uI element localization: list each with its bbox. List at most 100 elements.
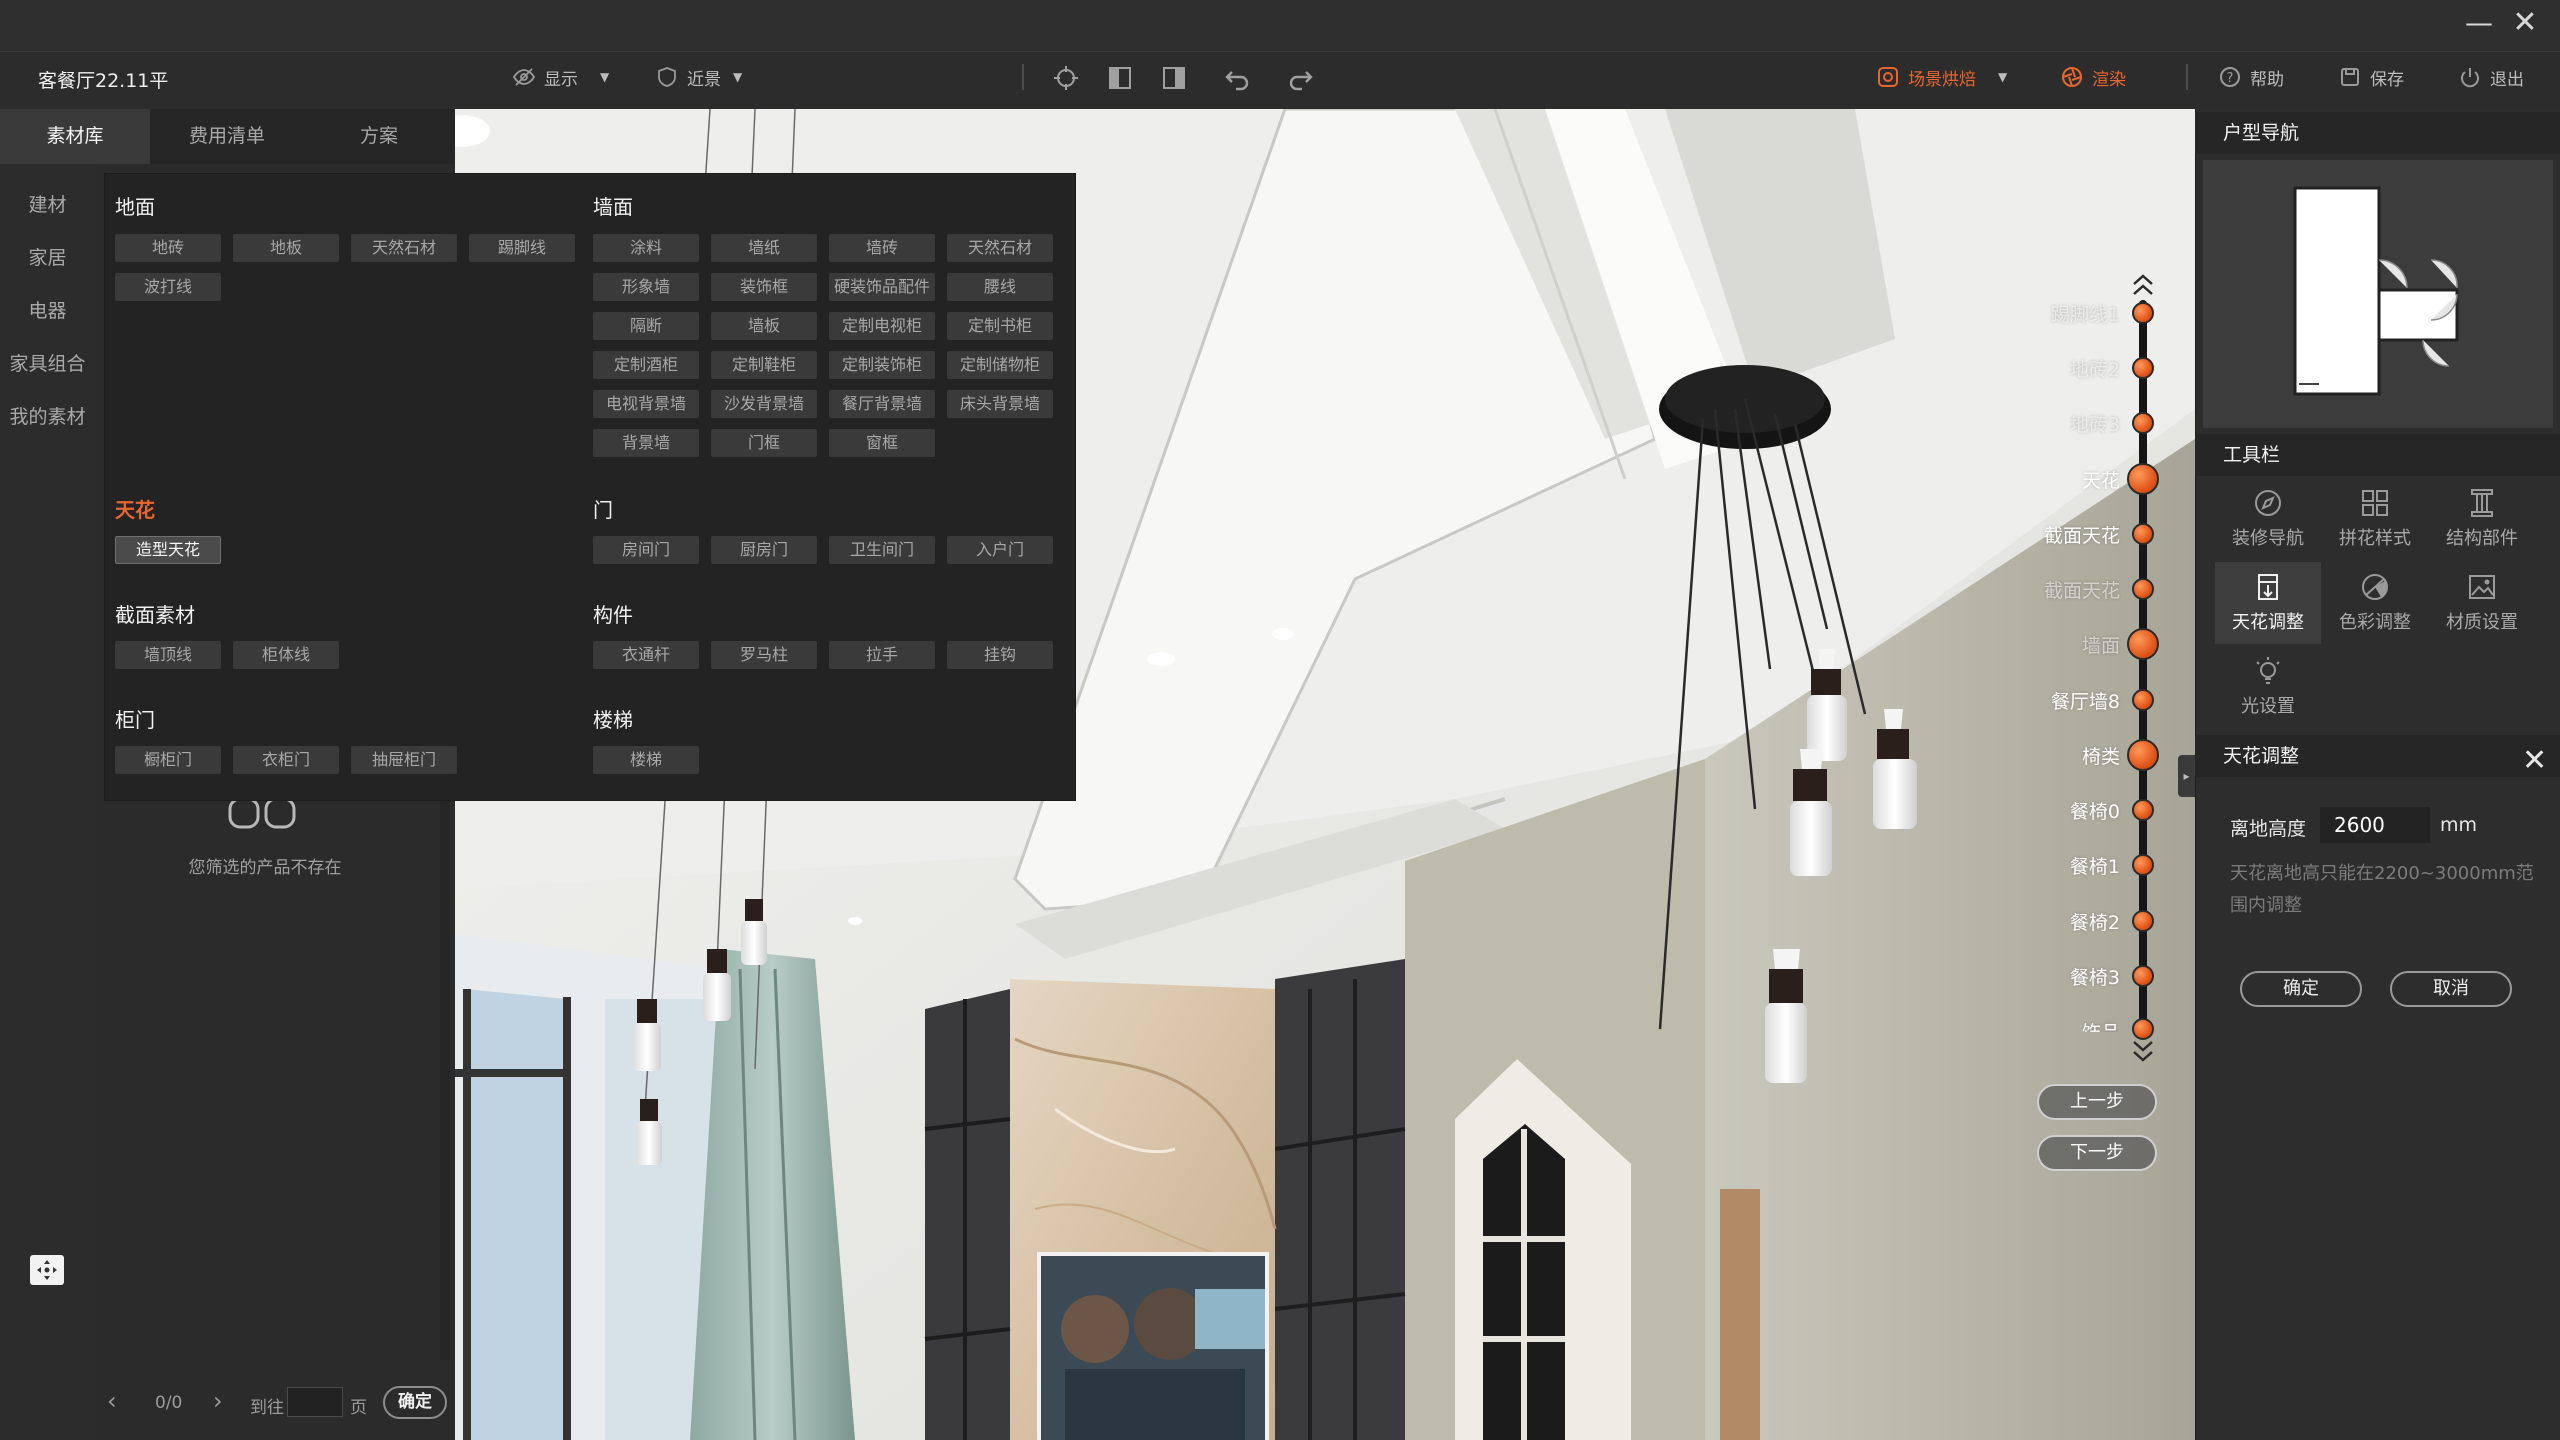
item-backdrop-wall[interactable]: 背景墙 <box>593 429 699 457</box>
display-menu[interactable]: 显示 ▼ <box>512 64 609 90</box>
category-home[interactable]: 家居 <box>0 243 95 270</box>
exit-button[interactable]: 退出 <box>2458 64 2524 90</box>
left-panel-icon[interactable] <box>1106 64 1134 92</box>
item-stairs[interactable]: 楼梯 <box>593 746 699 774</box>
item-custom-wine-cabinet[interactable]: 定制酒柜 <box>593 351 699 379</box>
timeline-node[interactable] <box>2132 965 2154 987</box>
timeline-step[interactable]: 踢脚线1 <box>2051 300 2120 327</box>
scroll-down-icon[interactable] <box>2130 1036 2156 1064</box>
timeline-node[interactable] <box>2132 799 2154 821</box>
render-button[interactable]: 渲染 <box>2060 64 2126 90</box>
item-wardrobe-door[interactable]: 衣柜门 <box>233 746 339 774</box>
item-baseboard[interactable]: 踢脚线 <box>469 234 575 262</box>
item-roman-column[interactable]: 罗马柱 <box>711 641 817 669</box>
timeline-node[interactable] <box>2132 578 2154 600</box>
item-drawer-door[interactable]: 抽屉柜门 <box>351 746 457 774</box>
timeline-step[interactable]: 餐椅1 <box>2070 852 2120 879</box>
timeline-step[interactable]: 饰品 <box>2082 1018 2120 1032</box>
category-my-materials[interactable]: 我的素材 <box>0 402 95 429</box>
item-wood-floor[interactable]: 地板 <box>233 234 339 262</box>
tool-ceiling-adjust[interactable]: 天花调整 <box>2215 562 2321 644</box>
item-cabinet-line[interactable]: 柜体线 <box>233 641 339 669</box>
item-floor-tile[interactable]: 地砖 <box>115 234 221 262</box>
category-appliances[interactable]: 电器 <box>0 296 95 323</box>
tool-lighting[interactable]: 光设置 <box>2215 646 2321 728</box>
timeline-node[interactable] <box>2132 412 2154 434</box>
item-tv-backdrop[interactable]: 电视背景墙 <box>593 390 699 418</box>
timeline-step[interactable]: 地砖2 <box>2070 355 2120 382</box>
tool-material-settings[interactable]: 材质设置 <box>2429 562 2535 644</box>
item-kitchen-cabinet-door[interactable]: 橱柜门 <box>115 746 221 774</box>
item-custom-display-cabinet[interactable]: 定制装饰柜 <box>829 351 935 379</box>
item-custom-shoe-cabinet[interactable]: 定制鞋柜 <box>711 351 817 379</box>
item-waist-line[interactable]: 腰线 <box>947 273 1053 301</box>
item-entry-door[interactable]: 入户门 <box>947 536 1053 564</box>
item-decor-frame[interactable]: 装饰框 <box>711 273 817 301</box>
scroll-up-icon[interactable] <box>2130 272 2156 300</box>
scene-bake-menu[interactable]: 场景烘焙 ▼ <box>1876 64 2007 90</box>
item-shaped-ceiling[interactable]: 造型天花 <box>115 536 221 564</box>
item-hook[interactable]: 挂钩 <box>947 641 1053 669</box>
timeline-node-major[interactable] <box>2127 739 2159 771</box>
item-bedhead-backdrop[interactable]: 床头背景墙 <box>947 390 1053 418</box>
next-step-button[interactable]: 下一步 <box>2037 1135 2157 1171</box>
timeline-node[interactable] <box>2132 357 2154 379</box>
page-input[interactable] <box>287 1387 343 1417</box>
timeline-step[interactable]: 餐椅3 <box>2070 963 2120 990</box>
prev-step-button[interactable]: 上一步 <box>2037 1084 2157 1120</box>
timeline-node[interactable] <box>2132 1018 2154 1040</box>
item-window-frame[interactable]: 窗框 <box>829 429 935 457</box>
help-button[interactable]: ? 帮助 <box>2218 64 2284 90</box>
crosshair-icon[interactable] <box>1052 64 1080 92</box>
tool-structure[interactable]: 结构部件 <box>2429 478 2535 560</box>
timeline-node-major[interactable] <box>2127 463 2159 495</box>
collapse-panel-button[interactable]: ▸ <box>2178 755 2195 797</box>
timeline-step[interactable]: 椅类 <box>2082 742 2120 769</box>
right-panel-icon[interactable] <box>1160 64 1188 92</box>
timeline-step[interactable]: 截面天花 <box>2044 521 2120 548</box>
item-room-door[interactable]: 房间门 <box>593 536 699 564</box>
timeline-node[interactable] <box>2132 689 2154 711</box>
next-page-button[interactable]: › <box>213 1387 223 1415</box>
item-wallpaper[interactable]: 墙纸 <box>711 234 817 262</box>
timeline-step[interactable]: 墙面 <box>2082 631 2120 658</box>
view-menu[interactable]: 近景 ▼ <box>655 64 742 90</box>
item-kitchen-door[interactable]: 厨房门 <box>711 536 817 564</box>
item-natural-stone[interactable]: 天然石材 <box>351 234 457 262</box>
item-door-frame[interactable]: 门框 <box>711 429 817 457</box>
timeline-node[interactable] <box>2132 523 2154 545</box>
category-building-materials[interactable]: 建材 <box>0 190 95 217</box>
floorplan-minimap[interactable] <box>2203 160 2553 428</box>
save-button[interactable]: 保存 <box>2338 64 2404 90</box>
item-wall-stone[interactable]: 天然石材 <box>947 234 1053 262</box>
item-wall-tile[interactable]: 墙砖 <box>829 234 935 262</box>
item-decor-accessory[interactable]: 硬装饰品配件 <box>829 273 935 301</box>
confirm-button[interactable]: 确定 <box>2240 971 2362 1007</box>
item-partition[interactable]: 隔断 <box>593 312 699 340</box>
undo-icon[interactable] <box>1224 64 1252 92</box>
close-window-button[interactable]: ✕ <box>2510 8 2540 38</box>
category-furniture-sets[interactable]: 家具组合 <box>0 349 95 376</box>
tool-color-adjust[interactable]: 色彩调整 <box>2322 562 2428 644</box>
item-feature-wall[interactable]: 形象墙 <box>593 273 699 301</box>
timeline-node-major[interactable] <box>2127 628 2159 660</box>
timeline-step[interactable]: 餐厅墙8 <box>2051 687 2120 714</box>
timeline-step[interactable]: 餐椅0 <box>2070 797 2120 824</box>
page-confirm-button[interactable]: 确定 <box>383 1386 447 1419</box>
item-crown-molding[interactable]: 墙顶线 <box>115 641 221 669</box>
tab-material-library[interactable]: 素材库 <box>0 109 150 164</box>
item-sofa-backdrop[interactable]: 沙发背景墙 <box>711 390 817 418</box>
item-paint[interactable]: 涂料 <box>593 234 699 262</box>
timeline-step[interactable]: 截面天花 <box>2044 576 2120 603</box>
timeline-step[interactable]: 地砖3 <box>2070 410 2120 437</box>
item-custom-storage[interactable]: 定制储物柜 <box>947 351 1053 379</box>
tool-pattern-style[interactable]: 拼花样式 <box>2322 478 2428 560</box>
cancel-button[interactable]: 取消 <box>2390 971 2512 1007</box>
timeline-step[interactable]: 餐椅2 <box>2070 908 2120 935</box>
height-input[interactable]: 2600 <box>2320 807 2430 843</box>
timeline-step[interactable]: 天花 <box>2082 466 2120 493</box>
item-dining-backdrop[interactable]: 餐厅背景墙 <box>829 390 935 418</box>
item-handle[interactable]: 拉手 <box>829 641 935 669</box>
item-border-line[interactable]: 波打线 <box>115 273 221 301</box>
item-custom-bookcase[interactable]: 定制书柜 <box>947 312 1053 340</box>
